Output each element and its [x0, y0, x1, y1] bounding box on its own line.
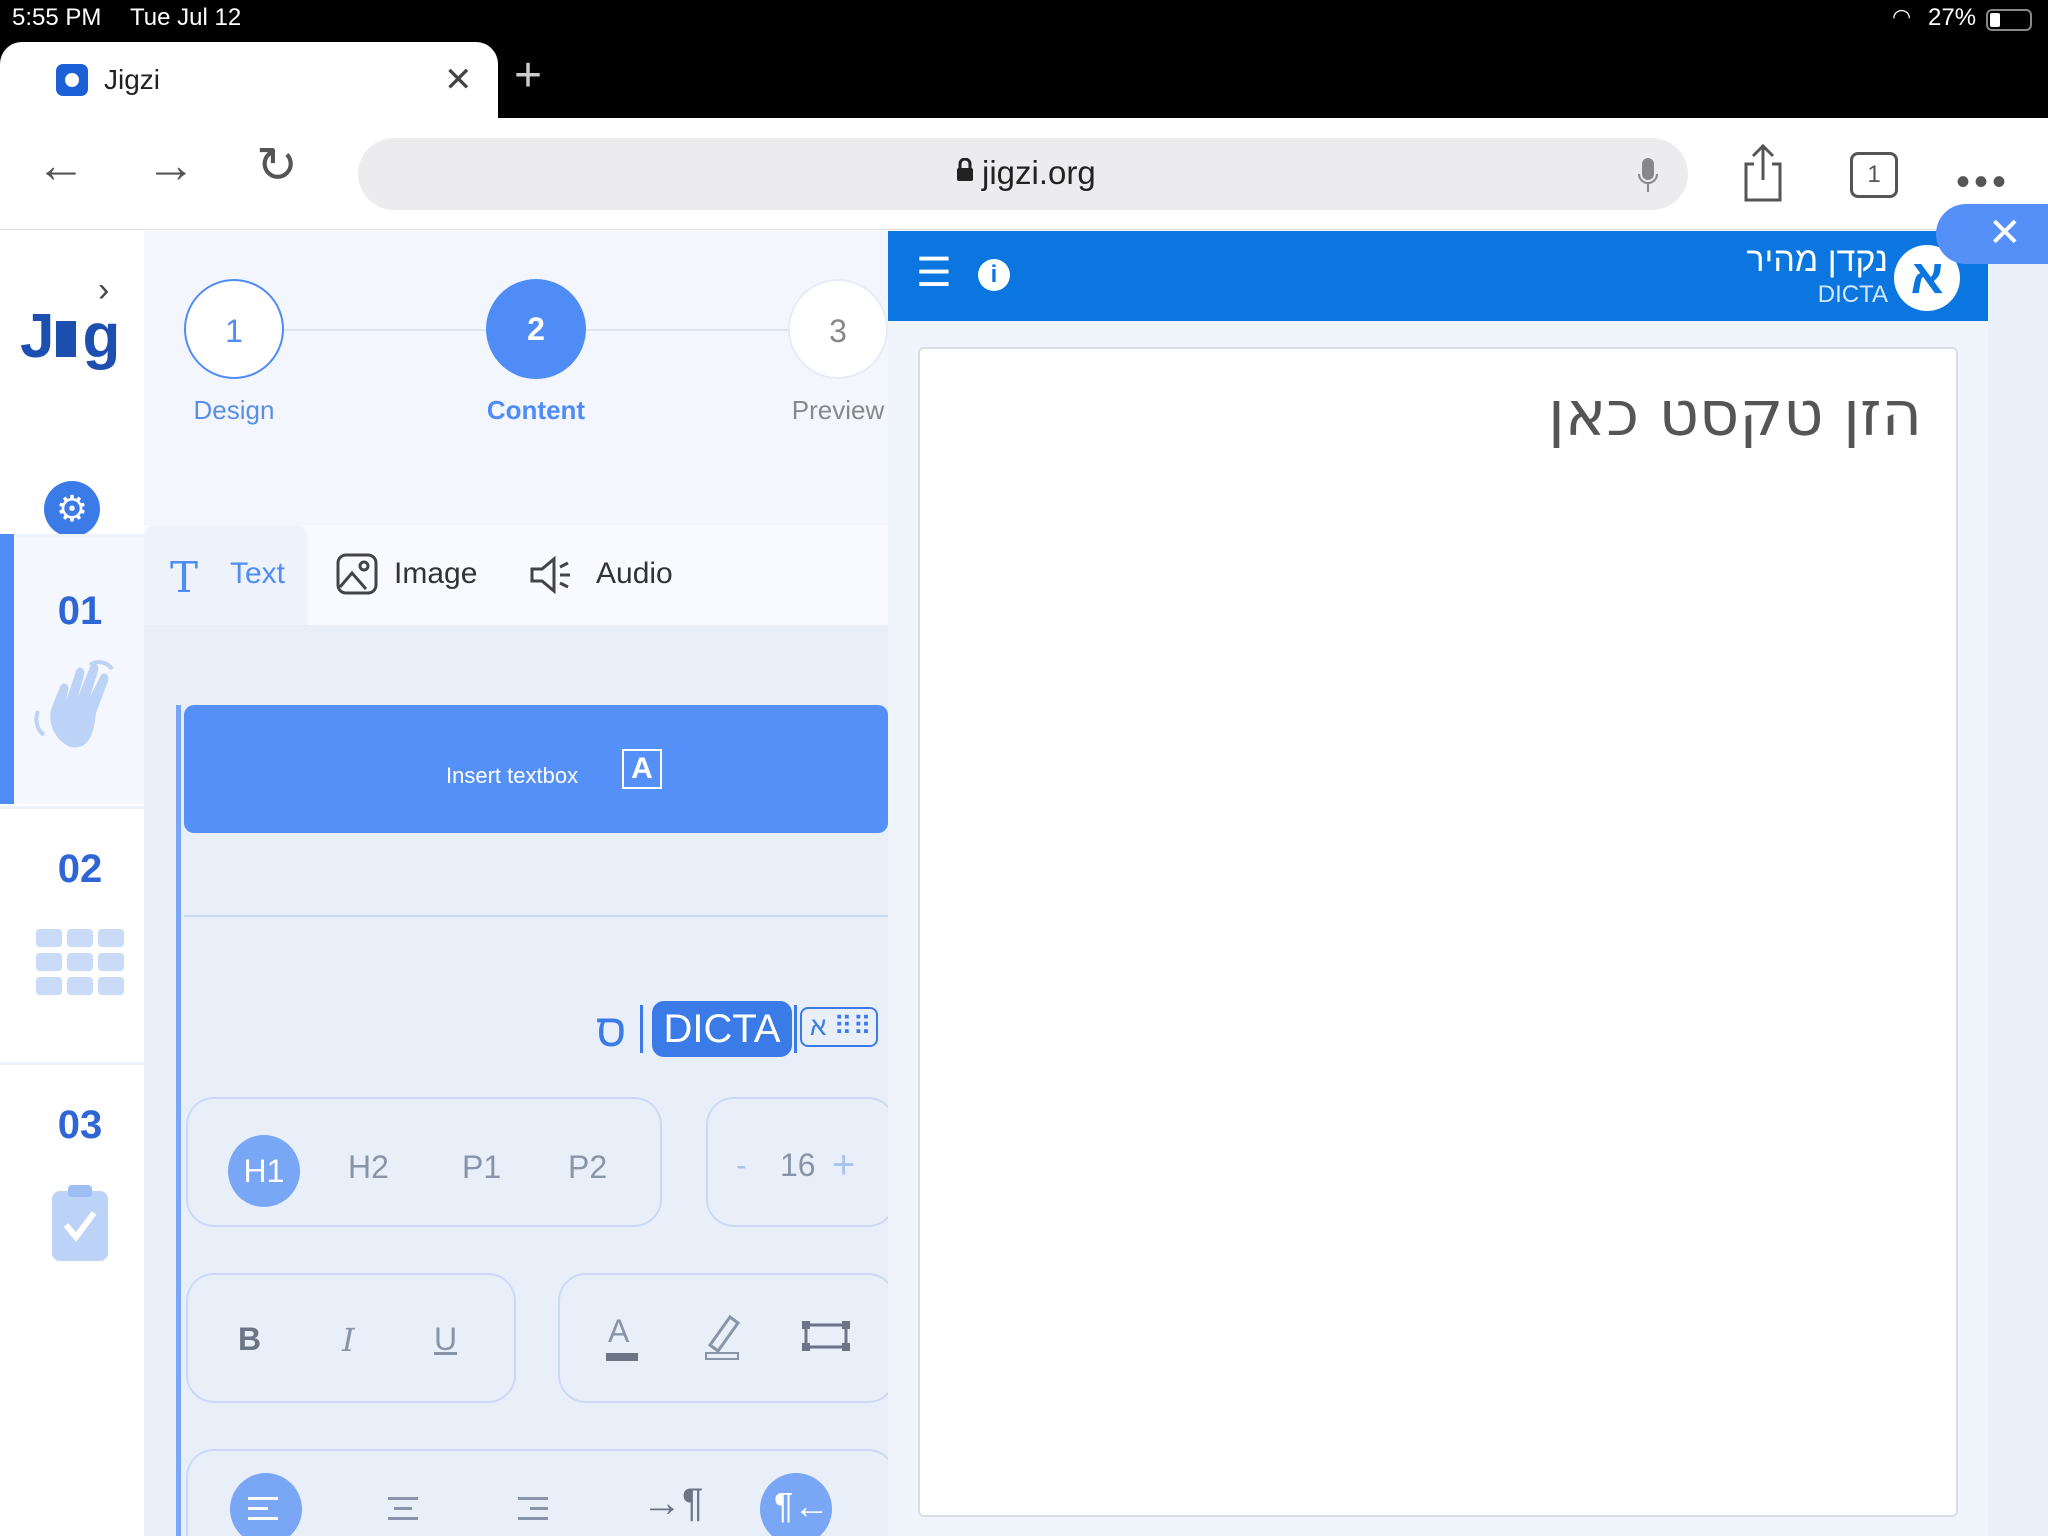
- address-bar[interactable]: jigzi.org: [358, 138, 1688, 210]
- align-center-button[interactable]: [388, 1491, 418, 1531]
- slide-thumbnail-3[interactable]: 03: [0, 1062, 144, 1305]
- microphone-icon[interactable]: [1638, 156, 1658, 196]
- font-size-decrease-button[interactable]: -: [736, 1147, 747, 1184]
- status-bar: 5:55 PM Tue Jul 12 ◠ 27% Jigzi ✕ +: [0, 0, 2048, 118]
- font-size-increase-button[interactable]: +: [832, 1143, 855, 1188]
- heading-style-box: H1 H2 P1 P2: [186, 1097, 662, 1227]
- info-icon[interactable]: i: [978, 259, 1010, 291]
- share-icon[interactable]: [1740, 142, 1786, 204]
- text-type-icon: T: [170, 553, 199, 602]
- battery-icon: [1986, 9, 2032, 31]
- left-rail: [176, 705, 181, 1536]
- section-divider: [184, 915, 888, 917]
- reload-icon[interactable]: ↻: [256, 140, 298, 190]
- back-arrow-icon[interactable]: ←: [36, 140, 86, 190]
- battery-percent: 27%: [1928, 4, 1977, 31]
- textbox-icon: A: [622, 749, 662, 789]
- jigzi-logo: Jg: [20, 302, 120, 371]
- browser-toolbar: ← → ↻ jigzi.org 1 •••: [0, 118, 2048, 230]
- color-tools-box: A: [558, 1273, 888, 1403]
- status-time: 5:55 PM: [12, 4, 102, 31]
- gear-icon[interactable]: ⚙: [44, 481, 100, 537]
- text-color-button[interactable]: A: [606, 1313, 638, 1361]
- text-color-letter: A: [608, 1313, 630, 1349]
- slide-number: 02: [57, 847, 103, 891]
- grid-icon: [36, 929, 124, 995]
- more-options-icon[interactable]: •••: [1956, 162, 2010, 202]
- active-slide-indicator: [0, 534, 14, 804]
- alignment-box: →¶ ¶←: [186, 1449, 888, 1536]
- hebrew-keyboard-icon[interactable]: א ⠿⠿: [800, 1007, 878, 1047]
- niqqud-icon[interactable]: ס: [596, 1003, 626, 1057]
- lock-icon: [957, 158, 973, 181]
- dicta-title: נקדן מהיר: [1746, 241, 1888, 279]
- insert-textbox-button[interactable]: Insert textbox A: [184, 705, 888, 833]
- step-number: 3: [829, 313, 847, 349]
- step-2-content[interactable]: 2: [486, 279, 586, 379]
- step-label-design: Design: [193, 395, 275, 425]
- jigzi-favicon-icon: [56, 64, 88, 96]
- bold-button[interactable]: B: [238, 1321, 261, 1358]
- align-right-button[interactable]: [518, 1491, 548, 1531]
- step-number: 1: [225, 313, 243, 349]
- browser-tab-title: Jigzi: [104, 64, 161, 95]
- tab-text-label: Text: [230, 557, 286, 590]
- italic-button[interactable]: I: [342, 1321, 355, 1359]
- step-number: 2: [527, 311, 545, 347]
- insert-textbox-label: Insert textbox: [446, 763, 579, 788]
- separator: [640, 1005, 643, 1053]
- close-tab-icon[interactable]: ✕: [444, 60, 473, 100]
- slide-number: 01: [57, 589, 103, 633]
- image-icon[interactable]: [336, 553, 378, 595]
- hebrew-text-input[interactable]: הזן טקסט כאן: [918, 347, 1958, 1517]
- slide-number: 03: [57, 1103, 103, 1147]
- clipboard-check-icon: [52, 1185, 108, 1261]
- hamburger-menu-icon[interactable]: ☰: [916, 253, 952, 293]
- dicta-header: ☰ i נקדן מהיר DICTA א: [888, 231, 1988, 321]
- h2-button[interactable]: H2: [348, 1149, 389, 1186]
- h1-button[interactable]: H1: [228, 1135, 300, 1207]
- align-left-button[interactable]: [230, 1473, 302, 1536]
- rtl-direction-button[interactable]: ¶←: [760, 1473, 832, 1536]
- speaker-icon[interactable]: [530, 555, 574, 595]
- close-widget-button[interactable]: ✕: [1936, 204, 2048, 264]
- step-3-preview[interactable]: 3: [788, 279, 888, 379]
- wifi-icon: ◠: [1892, 4, 1912, 29]
- new-tab-icon[interactable]: +: [514, 52, 542, 100]
- close-icon: ✕: [1988, 211, 2022, 255]
- dicta-button[interactable]: DICTA: [652, 1001, 792, 1057]
- tab-audio-label[interactable]: Audio: [596, 557, 673, 591]
- dicta-nakdan-widget: ☰ i נקדן מהיר DICTA א הזן טקסט כאן: [888, 231, 1988, 1536]
- right-gutter: [1988, 231, 2048, 1536]
- step-label-content: Content: [486, 395, 586, 425]
- status-date: Tue Jul 12: [130, 4, 242, 31]
- step-label-preview: Preview: [791, 395, 885, 425]
- highlighter-icon[interactable]: [702, 1311, 742, 1361]
- ltr-direction-icon[interactable]: →¶: [642, 1481, 703, 1526]
- box-border-icon[interactable]: [800, 1319, 852, 1353]
- dicta-subtitle: DICTA: [1817, 281, 1888, 308]
- keyboard-letter: א: [810, 1011, 827, 1041]
- p2-button[interactable]: P2: [568, 1149, 607, 1186]
- text-style-box: B I U: [186, 1273, 516, 1403]
- browser-tab-jigzi[interactable]: Jigzi ✕: [0, 42, 498, 118]
- text-input-placeholder: הזן טקסט כאן: [1547, 377, 1922, 450]
- tab-count-button[interactable]: 1: [1850, 152, 1898, 198]
- p1-button[interactable]: P1: [462, 1149, 501, 1186]
- font-size-value: 16: [780, 1147, 816, 1183]
- underline-button[interactable]: U: [434, 1321, 457, 1358]
- content-editor-panel: 1 Design 2 Content 3 Preview T Text Imag…: [144, 231, 888, 1536]
- forward-arrow-icon[interactable]: →: [146, 140, 196, 190]
- url-text: jigzi.org: [982, 154, 1096, 191]
- separator: [794, 1005, 797, 1053]
- step-1-design[interactable]: 1: [184, 279, 284, 379]
- font-size-box: - 16 +: [706, 1097, 888, 1227]
- tab-image-label[interactable]: Image: [394, 557, 477, 591]
- slide-thumbnail-2[interactable]: 02: [0, 806, 144, 1060]
- slide-thumbnail-1[interactable]: 01: [0, 534, 144, 804]
- wave-hand-icon: [34, 660, 114, 748]
